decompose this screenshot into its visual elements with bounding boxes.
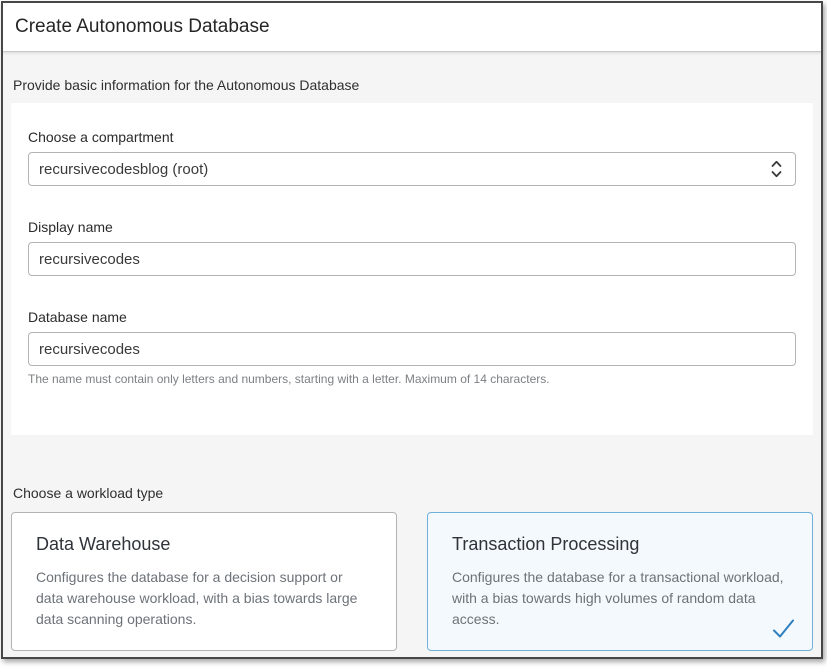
checkmark-icon: [771, 618, 796, 639]
compartment-select-value: recursivecodesblog (root): [39, 161, 208, 178]
dialog-header: Create Autonomous Database: [3, 3, 821, 52]
compartment-select[interactable]: recursivecodesblog (root): [28, 152, 796, 186]
workload-card-description: Configures the database for a decision s…: [36, 567, 372, 630]
workload-card-title: Transaction Processing: [452, 534, 788, 555]
display-name-input[interactable]: [28, 242, 796, 276]
database-name-input[interactable]: [28, 332, 796, 366]
workload-cards: Data Warehouse Configures the database f…: [11, 512, 813, 651]
database-name-help-text: The name must contain only letters and n…: [28, 372, 796, 386]
workload-card-transaction-processing[interactable]: Transaction Processing Configures the da…: [427, 512, 813, 651]
workload-card-data-warehouse[interactable]: Data Warehouse Configures the database f…: [11, 512, 397, 651]
display-name-field: Display name: [28, 219, 796, 276]
workload-card-description: Configures the database for a transactio…: [452, 567, 788, 630]
compartment-field: Choose a compartment recursivecodesblog …: [28, 129, 796, 186]
workload-card-title: Data Warehouse: [36, 534, 372, 555]
up-down-chevron-icon: [770, 159, 783, 179]
basic-info-panel: Choose a compartment recursivecodesblog …: [11, 103, 813, 435]
dialog-body: Provide basic information for the Autono…: [3, 52, 821, 651]
basic-info-section-label: Provide basic information for the Autono…: [11, 52, 813, 103]
database-name-label: Database name: [28, 309, 796, 325]
display-name-label: Display name: [28, 219, 796, 235]
page-title: Create Autonomous Database: [15, 16, 270, 38]
dialog-window: Create Autonomous Database Provide basic…: [1, 1, 823, 659]
workload-section-label: Choose a workload type: [11, 435, 813, 512]
database-name-field: Database name The name must contain only…: [28, 309, 796, 386]
compartment-label: Choose a compartment: [28, 129, 796, 145]
